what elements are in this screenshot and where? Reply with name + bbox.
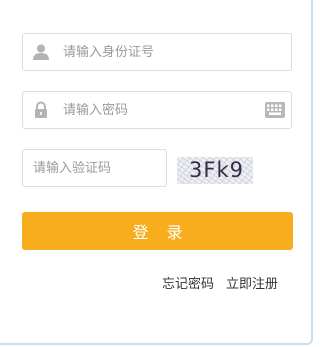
forgot-password-link[interactable]: 忘记密码 [162,277,214,292]
password-field [22,91,292,129]
id-card-input[interactable] [63,34,263,70]
captcha-code: 3Fk9 [189,158,244,182]
captcha-field [22,149,167,187]
captcha-image[interactable]: 3Fk9 [177,157,253,184]
keyboard-icon[interactable] [265,102,285,118]
register-link[interactable]: 立即注册 [226,277,278,292]
id-card-field [22,33,292,71]
lock-icon [35,101,47,118]
password-input[interactable] [63,92,263,128]
footer-links: 忘记密码 立即注册 [150,273,278,292]
user-icon [33,44,49,60]
login-button[interactable]: 登录 [22,212,293,250]
captcha-input[interactable] [33,150,158,186]
login-panel: 3Fk9 登录 忘记密码立即注册 [0,0,313,345]
